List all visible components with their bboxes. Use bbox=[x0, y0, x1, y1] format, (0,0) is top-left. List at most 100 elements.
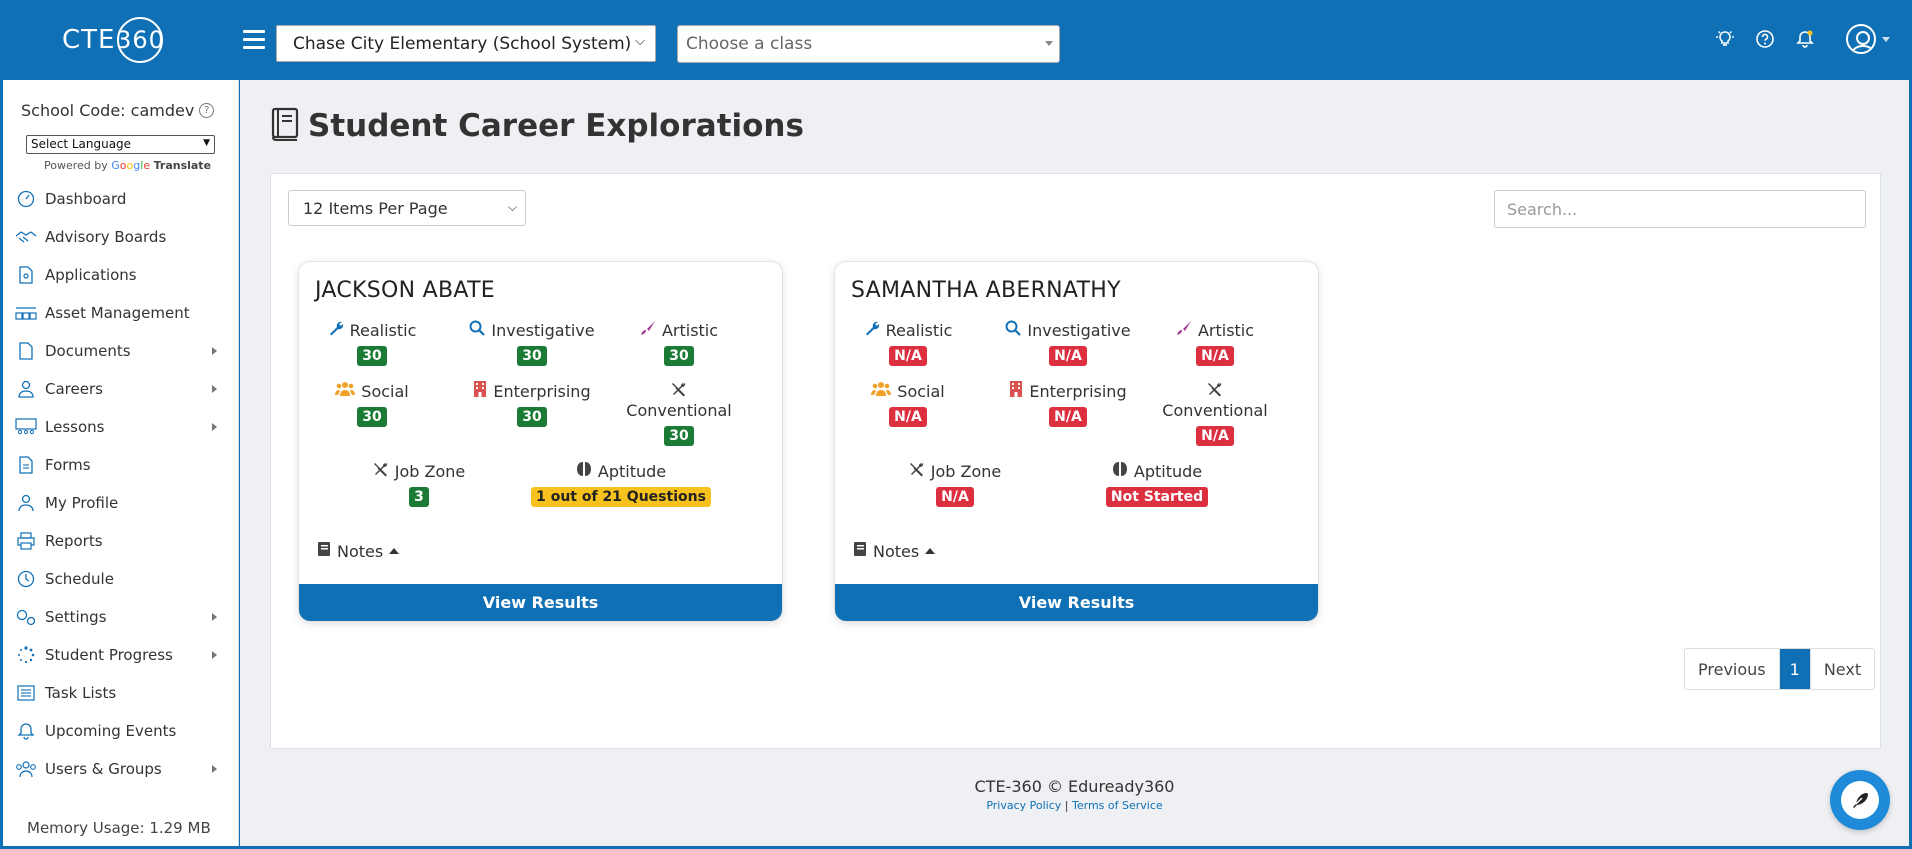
metric-social: Social N/A bbox=[835, 381, 988, 427]
score-badge: 30 bbox=[357, 407, 387, 427]
score-badge: N/A bbox=[1196, 346, 1234, 366]
metric-label: Job Zone bbox=[394, 461, 466, 481]
sidebar-item-advisory-boards[interactable]: Advisory Boards bbox=[3, 218, 239, 256]
sidebar-item-settings[interactable]: Settings bbox=[3, 598, 239, 636]
metric-aptitude: Aptitude 1 out of 21 Questions bbox=[521, 461, 721, 507]
sidebar-item-label: Schedule bbox=[45, 570, 114, 588]
user-menu[interactable] bbox=[1846, 24, 1890, 54]
privacy-policy-link[interactable]: Privacy Policy bbox=[986, 799, 1061, 812]
metric-label: Job Zone bbox=[930, 461, 1002, 481]
metric-conventional: Conventional 30 bbox=[599, 381, 759, 446]
metric-label: Realistic bbox=[349, 320, 417, 340]
metric-label: Social bbox=[361, 381, 409, 401]
sidebar-item-dashboard[interactable]: Dashboard bbox=[3, 180, 239, 218]
footer-links: Privacy Policy | Terms of Service bbox=[240, 799, 1909, 812]
bell-icon[interactable] bbox=[1794, 28, 1816, 50]
sidebar-item-documents[interactable]: Documents bbox=[3, 332, 239, 370]
sidebar-item-label: Dashboard bbox=[45, 190, 127, 208]
sidebar-item-careers[interactable]: Careers bbox=[3, 370, 239, 408]
handshake-icon bbox=[15, 227, 37, 247]
sidebar-item-label: Documents bbox=[45, 342, 131, 360]
view-results-button[interactable]: View Results bbox=[835, 584, 1318, 621]
caret-up-icon bbox=[925, 548, 936, 554]
sidebar-item-student-progress[interactable]: Student Progress bbox=[3, 636, 239, 674]
chevron-right-icon bbox=[212, 347, 217, 355]
sidebar-item-label: Asset Management bbox=[45, 304, 190, 322]
metric-investigative: Investigative N/A bbox=[988, 320, 1148, 366]
sidebar-item-label: Users & Groups bbox=[45, 760, 162, 778]
notes-toggle[interactable]: Notes bbox=[317, 541, 400, 561]
page-header: Student Career Explorations bbox=[270, 107, 804, 145]
sidebar-item-schedule[interactable]: Schedule bbox=[3, 560, 239, 598]
school-select-value: Chase City Elementary (School System) bbox=[293, 33, 632, 54]
sidebar-item-forms[interactable]: Forms bbox=[3, 446, 239, 484]
score-badge: N/A bbox=[1049, 407, 1087, 427]
student-name: SAMANTHA ABERNATHY bbox=[851, 278, 1121, 303]
menu-toggle-icon[interactable] bbox=[243, 30, 265, 50]
metric-label: Artistic bbox=[661, 320, 719, 340]
notebook-icon bbox=[317, 541, 331, 561]
cte360-logo[interactable]: CTE 360 bbox=[62, 17, 180, 63]
search-icon bbox=[1005, 320, 1022, 340]
sidebar-item-applications[interactable]: Applications bbox=[3, 256, 239, 294]
score-badge: N/A bbox=[889, 407, 927, 427]
footer: CTE-360 © Eduready360 Privacy Policy | T… bbox=[240, 777, 1909, 812]
school-select[interactable]: Chase City Elementary (School System) ⌵ bbox=[276, 25, 656, 62]
view-results-button[interactable]: View Results bbox=[299, 584, 782, 621]
bell-icon bbox=[15, 721, 37, 741]
metric-label: Aptitude bbox=[1133, 461, 1203, 481]
question-circle-icon[interactable]: ? bbox=[199, 103, 215, 118]
notes-label: Notes bbox=[873, 541, 920, 561]
language-select[interactable]: Select Language ▼ bbox=[26, 135, 215, 154]
sidebar-item-lessons[interactable]: Lessons bbox=[3, 408, 239, 446]
notes-toggle[interactable]: Notes bbox=[853, 541, 936, 561]
chevron-down-icon: ⌵ bbox=[635, 34, 645, 49]
next-page-button[interactable]: Next bbox=[1810, 649, 1875, 689]
metric-job-zone: Job Zone N/A bbox=[875, 461, 1035, 507]
sidebar-item-label: Forms bbox=[45, 456, 91, 474]
score-badge: N/A bbox=[1196, 426, 1234, 446]
class-select[interactable]: Choose a class bbox=[677, 25, 1060, 63]
help-icon[interactable] bbox=[1754, 28, 1776, 50]
search-placeholder: Search... bbox=[1507, 199, 1578, 219]
chevron-right-icon bbox=[212, 613, 217, 621]
metric-job-zone: Job Zone 3 bbox=[339, 461, 499, 507]
paintbrush-icon bbox=[1176, 320, 1192, 340]
terms-of-service-link[interactable]: Terms of Service bbox=[1072, 799, 1163, 812]
sidebar-item-upcoming-events[interactable]: Upcoming Events bbox=[3, 712, 239, 750]
school-code-label: School Code: camdev bbox=[21, 101, 195, 120]
language-select-value: Select Language bbox=[31, 137, 132, 151]
metric-conventional: Conventional N/A bbox=[1135, 381, 1295, 446]
chat-widget-button[interactable] bbox=[1830, 770, 1890, 830]
tools-icon bbox=[373, 461, 389, 481]
metric-label: Investigative bbox=[1027, 320, 1131, 340]
lightbulb-icon[interactable] bbox=[1714, 28, 1736, 50]
users-icon bbox=[871, 381, 892, 401]
sidebar-item-reports[interactable]: Reports bbox=[3, 522, 239, 560]
sidebar-item-asset-management[interactable]: Asset Management bbox=[3, 294, 239, 332]
sidebar-item-users-groups[interactable]: Users & Groups bbox=[3, 750, 239, 788]
translate-link[interactable]: Translate bbox=[154, 159, 211, 172]
chevron-right-icon bbox=[212, 651, 217, 659]
gears-icon bbox=[15, 607, 37, 627]
form-icon bbox=[15, 455, 37, 475]
sidebar-item-task-lists[interactable]: Task Lists bbox=[3, 674, 239, 712]
metric-aptitude: Aptitude Not Started bbox=[1057, 461, 1257, 507]
logo-text: CTE bbox=[62, 25, 116, 55]
items-per-page-select[interactable]: 12 Items Per Page ⌵ bbox=[288, 190, 526, 226]
sidebar-item-label: Task Lists bbox=[45, 684, 117, 702]
previous-page-button[interactable]: Previous bbox=[1685, 649, 1779, 689]
items-per-page-value: 12 Items Per Page bbox=[303, 198, 448, 218]
users-icon bbox=[15, 759, 37, 779]
printer-icon bbox=[15, 531, 37, 551]
search-input[interactable]: Search... bbox=[1494, 190, 1866, 228]
school-code: School Code: camdev ? bbox=[21, 101, 215, 120]
metric-label: Realistic bbox=[885, 320, 953, 340]
metric-label: Investigative bbox=[491, 320, 595, 340]
metric-label: Social bbox=[897, 381, 945, 401]
metric-label: Enterprising bbox=[1029, 381, 1127, 401]
score-badge: N/A bbox=[1049, 346, 1087, 366]
page-1-button[interactable]: 1 bbox=[1778, 649, 1811, 689]
class-select-placeholder: Choose a class bbox=[686, 34, 813, 54]
sidebar-item-my-profile[interactable]: My Profile bbox=[3, 484, 239, 522]
